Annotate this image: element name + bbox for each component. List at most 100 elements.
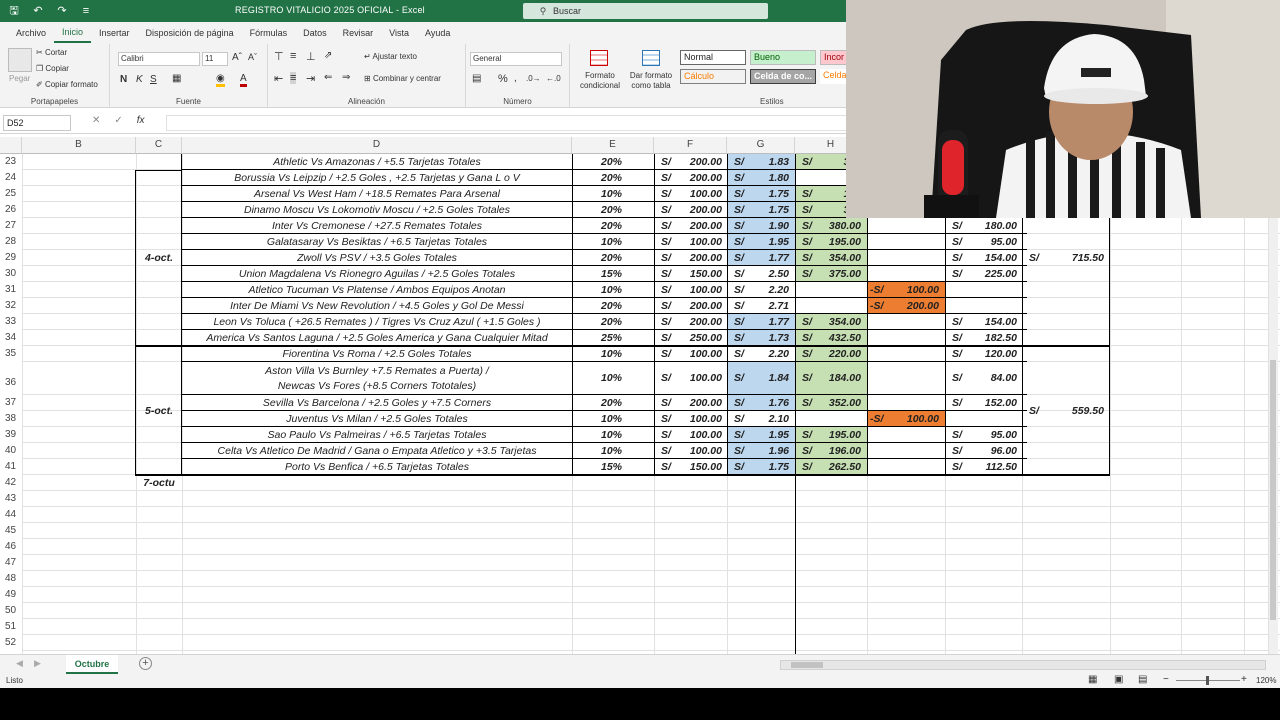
search-input[interactable]: ⚲ Buscar [523, 3, 768, 19]
add-sheet-button[interactable]: + [139, 657, 152, 670]
row-header[interactable]: 24 [0, 170, 22, 186]
style-calculo[interactable]: Cálculo [680, 69, 746, 84]
row-header[interactable]: 29 [0, 250, 22, 266]
vertical-scrollbar-thumb[interactable] [1270, 360, 1276, 620]
fill-color-icon[interactable]: ◉ [216, 73, 225, 87]
tab-archivo[interactable]: Archivo [8, 22, 54, 44]
column-header-b[interactable]: B [22, 137, 136, 154]
zoom-slider-thumb[interactable] [1206, 676, 1209, 685]
row-header[interactable]: 42 [0, 475, 22, 491]
row-header[interactable]: 41 [0, 459, 22, 475]
increase-font-icon[interactable]: Aˆ [232, 52, 242, 63]
font-color-icon[interactable]: A [240, 73, 247, 87]
merge-center-button[interactable]: ⊞ Combinar y centrar [364, 74, 441, 83]
row-header[interactable]: 52 [0, 635, 22, 651]
name-box[interactable]: D52 [3, 115, 71, 131]
row-header[interactable]: 36 [0, 362, 22, 395]
copy-button[interactable]: ❐ Copiar [36, 64, 69, 73]
number-format-select[interactable]: General [470, 52, 562, 66]
style-bueno[interactable]: Bueno [750, 50, 816, 65]
style-celda-comprobacion[interactable]: Celda de co... [750, 69, 816, 84]
wrap-text-button[interactable]: ↵ Ajustar texto [364, 52, 417, 61]
font-size-select[interactable]: 11 [202, 52, 228, 66]
cancel-icon[interactable]: ✕ [92, 115, 100, 131]
row-header[interactable]: 32 [0, 298, 22, 314]
row-header[interactable]: 27 [0, 218, 22, 234]
row-header[interactable]: 23 [0, 154, 22, 170]
underline-button[interactable]: S [150, 74, 157, 85]
row-header[interactable]: 26 [0, 202, 22, 218]
scroll-right-icon[interactable]: ▶ [34, 658, 41, 669]
row-header[interactable]: 25 [0, 186, 22, 202]
function-icon[interactable]: fx [137, 115, 145, 131]
scroll-left-icon[interactable]: ◀ [16, 658, 23, 669]
column-header-e[interactable]: E [572, 137, 654, 154]
increase-decimal-icon[interactable]: .0→ [526, 74, 541, 83]
row-header[interactable]: 28 [0, 234, 22, 250]
tab-revisar[interactable]: Revisar [335, 22, 382, 44]
tab-vista[interactable]: Vista [381, 22, 417, 44]
format-painter-button[interactable]: ✐ Copiar formato [36, 80, 98, 89]
select-all-corner[interactable] [0, 137, 22, 154]
paste-icon[interactable] [8, 48, 32, 72]
indent-increase-icon[interactable]: ⇒ [342, 72, 350, 83]
row-header[interactable]: 37 [0, 395, 22, 411]
row-header[interactable]: 43 [0, 491, 22, 507]
paste-button[interactable]: Pegar [9, 74, 30, 83]
scrollbar-thumb[interactable] [791, 662, 823, 668]
align-top-icon[interactable]: ⊤ [274, 50, 284, 63]
row-header[interactable]: 44 [0, 507, 22, 523]
row-header[interactable]: 49 [0, 587, 22, 603]
cut-button[interactable]: ✂ Cortar [36, 48, 67, 57]
row-header[interactable]: 39 [0, 427, 22, 443]
decrease-font-icon[interactable]: Aˇ [248, 52, 257, 62]
row-header[interactable]: 34 [0, 330, 22, 346]
style-normal[interactable]: Normal [680, 50, 746, 65]
format-table-button[interactable]: Dar formato como tabla [626, 71, 676, 91]
row-header[interactable]: 38 [0, 411, 22, 427]
row-header[interactable]: 48 [0, 571, 22, 587]
italic-button[interactable]: K [136, 74, 143, 85]
tab-datos[interactable]: Datos [295, 22, 335, 44]
conditional-format-icon[interactable] [590, 50, 608, 66]
row-header[interactable]: 47 [0, 555, 22, 571]
customize-icon[interactable]: ≡ [78, 3, 94, 19]
horizontal-scrollbar[interactable] [780, 660, 1266, 670]
save-icon[interactable]: 🖫 [6, 3, 22, 19]
row-header[interactable]: 33 [0, 314, 22, 330]
sheet-tab-octubre[interactable]: Octubre [66, 655, 118, 674]
zoom-slider[interactable] [1176, 676, 1240, 685]
page-layout-icon[interactable]: ▣ [1114, 674, 1123, 685]
row-header[interactable]: 31 [0, 282, 22, 298]
align-left-icon[interactable]: ⇤ [274, 72, 283, 85]
percent-icon[interactable]: % [498, 73, 508, 85]
row-header[interactable]: 40 [0, 443, 22, 459]
row-header[interactable]: 35 [0, 346, 22, 362]
conditional-format-button[interactable]: Formato condicional [574, 71, 626, 91]
tab-insertar[interactable]: Insertar [91, 22, 138, 44]
align-middle-icon[interactable]: ≡ [290, 50, 296, 62]
column-header-c[interactable]: C [136, 137, 182, 154]
redo-icon[interactable]: ↷ [54, 3, 70, 19]
zoom-level[interactable]: 120% [1256, 676, 1276, 685]
column-header-g[interactable]: G [727, 137, 795, 154]
tab-formulas[interactable]: Fórmulas [242, 22, 296, 44]
page-break-icon[interactable]: ▤ [1138, 674, 1147, 685]
row-header[interactable]: 51 [0, 619, 22, 635]
borders-icon[interactable]: ▦ [172, 73, 181, 84]
comma-icon[interactable]: , [514, 73, 517, 84]
row-header[interactable]: 30 [0, 266, 22, 282]
orientation-icon[interactable]: ⇗ [324, 50, 332, 61]
tab-inicio[interactable]: Inicio [54, 23, 92, 43]
font-name-select[interactable]: Calibri [118, 52, 200, 66]
row-header[interactable]: 50 [0, 603, 22, 619]
bold-button[interactable]: N [120, 74, 127, 85]
align-center-icon[interactable]: ≡ [290, 72, 297, 84]
indent-decrease-icon[interactable]: ⇐ [324, 72, 332, 83]
align-right-icon[interactable]: ⇥ [306, 72, 315, 85]
row-header[interactable]: 45 [0, 523, 22, 539]
row-header[interactable]: 46 [0, 539, 22, 555]
column-header-d[interactable]: D [182, 137, 572, 154]
decrease-decimal-icon[interactable]: ←.0 [546, 74, 561, 83]
tab-ayuda[interactable]: Ayuda [417, 22, 458, 44]
